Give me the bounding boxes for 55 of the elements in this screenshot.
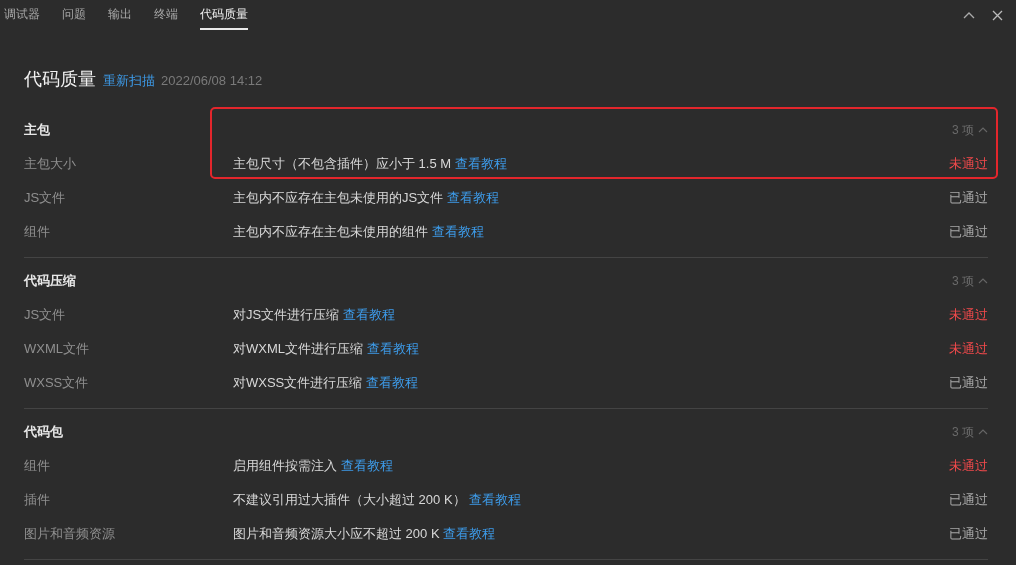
check-name: 组件 <box>24 457 51 476</box>
check-status: 已通过 <box>949 374 988 393</box>
section-title: 主包 <box>24 121 50 140</box>
check-status: 未通过 <box>949 457 988 476</box>
check-status: 未通过 <box>949 340 988 359</box>
check-name: JS文件 <box>24 189 67 208</box>
tutorial-link[interactable]: 查看教程 <box>340 458 393 474</box>
rescan-link[interactable]: 重新扫描 <box>102 71 155 91</box>
chevron-up-icon <box>978 278 988 284</box>
section-title: 代码压缩 <box>24 272 76 291</box>
section-toggle[interactable]: 3 项 <box>952 121 988 139</box>
check-status: 已通过 <box>949 525 988 544</box>
check-status: 已通过 <box>949 491 988 510</box>
check-rule: 不建议引用过大插件（大小超过 200 K） <box>233 492 466 508</box>
panel-tab[interactable]: 输出 <box>108 0 132 30</box>
check-name: 组件 <box>24 223 51 242</box>
panel-tab[interactable]: 问题 <box>62 0 86 30</box>
section-title: 代码包 <box>24 423 63 442</box>
section-toggle[interactable]: 3 项 <box>952 272 988 290</box>
panel-tab[interactable]: 代码质量 <box>200 0 248 30</box>
check-status: 未通过 <box>949 155 988 174</box>
check-rule: 主包尺寸（不包含插件）应小于 1.5 M <box>233 156 452 172</box>
page-title: 代码质量 <box>24 68 96 91</box>
check-name: 图片和音频资源 <box>24 525 116 544</box>
chevron-up-icon <box>962 11 975 19</box>
check-status: 已通过 <box>949 189 988 208</box>
close-icon <box>992 9 1003 21</box>
check-rule: 对WXSS文件进行压缩 <box>233 375 363 391</box>
panel-tab[interactable]: 调试器 <box>4 0 40 30</box>
check-rule: 图片和音频资源大小应不超过 200 K <box>233 526 440 542</box>
chevron-up-icon <box>978 429 988 435</box>
tutorial-link[interactable]: 查看教程 <box>342 307 395 323</box>
tutorial-link[interactable]: 查看教程 <box>469 492 522 508</box>
check-rule: 对JS文件进行压缩 <box>233 307 340 323</box>
check-name: WXSS文件 <box>24 374 90 393</box>
tutorial-link[interactable]: 查看教程 <box>431 224 484 240</box>
check-rule: 对WXML文件进行压缩 <box>233 341 363 357</box>
check-rule: 启用组件按需注入 <box>233 458 337 474</box>
check-name: WXML文件 <box>24 340 90 359</box>
tutorial-link[interactable]: 查看教程 <box>454 156 507 172</box>
tutorial-link[interactable]: 查看教程 <box>446 190 499 206</box>
section-toggle[interactable]: 3 项 <box>952 423 988 441</box>
check-name: 插件 <box>24 491 51 510</box>
tutorial-link[interactable]: 查看教程 <box>443 526 496 542</box>
check-rule: 主包内不应存在主包未使用的组件 <box>233 224 428 240</box>
check-status: 已通过 <box>949 223 988 242</box>
chevron-up-icon <box>978 127 988 133</box>
check-status: 未通过 <box>949 306 988 325</box>
tutorial-link[interactable]: 查看教程 <box>366 341 419 357</box>
tutorial-link[interactable]: 查看教程 <box>365 375 418 391</box>
scan-time: 2022/06/08 14:12 <box>161 72 263 90</box>
panel-tab[interactable]: 终端 <box>154 0 178 30</box>
check-name: 主包大小 <box>24 155 77 174</box>
check-rule: 主包内不应存在主包未使用的JS文件 <box>233 190 444 206</box>
check-name: JS文件 <box>24 306 67 325</box>
